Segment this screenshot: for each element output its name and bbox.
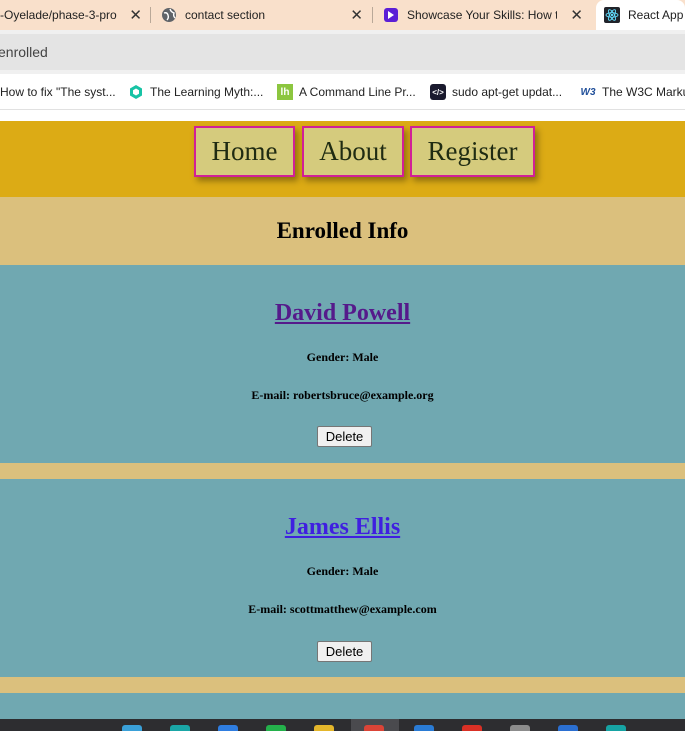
globe-icon xyxy=(161,7,177,23)
tab-title: Showcase Your Skills: How to xyxy=(407,8,557,22)
nav-home-button[interactable]: Home xyxy=(194,126,295,177)
taskbar-app-icon[interactable] xyxy=(462,725,482,731)
taskbar-app-icon[interactable] xyxy=(266,725,286,731)
taskbar-app-icon[interactable] xyxy=(606,725,626,731)
bookmark-app-icon xyxy=(383,7,399,23)
taskbar-app-icon[interactable] xyxy=(558,725,578,731)
tab-title: React App xyxy=(628,8,684,22)
bookmark-label: A Command Line Pr... xyxy=(299,85,416,99)
delete-button[interactable]: Delete xyxy=(317,426,372,447)
browser-tab-strip: -Oyelade/phase-3-pro ✕ contact section ✕… xyxy=(0,0,685,30)
url-text: enrolled xyxy=(0,44,48,60)
nav-about-button[interactable]: About xyxy=(302,126,404,177)
student-name-link[interactable]: James Ellis xyxy=(0,514,685,541)
bookmark-label: The W3C Marku xyxy=(602,85,685,99)
page-viewport: Home About Register Enrolled Info David … xyxy=(0,121,685,719)
url-field[interactable]: enrolled xyxy=(0,34,685,70)
tab-github[interactable]: -Oyelade/phase-3-pro ✕ xyxy=(0,0,150,30)
taskbar-app-icon[interactable] xyxy=(218,725,238,731)
lh-logo-icon: lh xyxy=(277,84,293,100)
os-taskbar xyxy=(0,719,685,731)
enrolled-header: Enrolled Info xyxy=(0,197,685,265)
student-email: E-mail: scottmatthew@example.com xyxy=(248,602,437,616)
student-name-link[interactable]: David Powell xyxy=(0,300,685,327)
navbar: Home About Register xyxy=(0,121,685,197)
student-gender: Gender: Male xyxy=(306,350,379,364)
tab-showcase-skills[interactable]: Showcase Your Skills: How to ✕ xyxy=(373,0,591,30)
react-logo-icon xyxy=(604,7,620,23)
taskbar-app-icon[interactable] xyxy=(414,725,434,731)
nav-register-button[interactable]: Register xyxy=(410,126,535,177)
tab-title: contact section xyxy=(185,8,266,22)
tab-react-app[interactable]: React App xyxy=(596,0,685,30)
bookmark-learning-myth[interactable]: The Learning Myth:... xyxy=(128,83,263,101)
address-bar: enrolled xyxy=(0,30,685,74)
bookmark-label: How to fix "The syst... xyxy=(0,85,116,99)
tab-title: -Oyelade/phase-3-pro xyxy=(0,8,117,22)
student-gender: Gender: Male xyxy=(306,564,379,578)
student-card-partial xyxy=(0,693,685,719)
bookmark-label: sudo apt-get updat... xyxy=(452,85,563,99)
delete-button[interactable]: Delete xyxy=(317,641,372,662)
bookmark-command-line[interactable]: lh A Command Line Pr... xyxy=(277,83,416,101)
student-card: James Ellis Gender: Male E-mail: scottma… xyxy=(0,479,685,677)
w3c-logo-icon: W3 xyxy=(580,86,596,98)
taskbar-app-icon[interactable] xyxy=(122,725,142,731)
bookmark-label: The Learning Myth:... xyxy=(150,85,264,99)
bookmark-how-to-fix[interactable]: How to fix "The syst... xyxy=(0,83,116,101)
bookmarks-bar: How to fix "The syst... The Learning Myt… xyxy=(0,74,685,110)
bookmark-w3c[interactable]: W3 The W3C Marku xyxy=(580,83,685,101)
close-icon[interactable]: ✕ xyxy=(350,6,363,24)
page-title: Enrolled Info xyxy=(276,218,409,243)
hexagon-logo-icon xyxy=(128,84,144,100)
taskbar-app-icon[interactable] xyxy=(314,725,334,731)
code-logo-icon: </> xyxy=(430,84,446,100)
close-icon[interactable]: ✕ xyxy=(129,6,142,24)
tab-contact-section[interactable]: contact section ✕ xyxy=(151,0,371,30)
taskbar-app-icon[interactable] xyxy=(510,725,530,731)
close-icon[interactable]: ✕ xyxy=(570,6,583,24)
taskbar-app-icon[interactable] xyxy=(170,725,190,731)
chrome-icon[interactable] xyxy=(364,725,384,731)
student-email: E-mail: robertsbruce@example.org xyxy=(251,388,434,402)
student-card: David Powell Gender: Male E-mail: robert… xyxy=(0,265,685,463)
bookmark-sudo-apt[interactable]: </> sudo apt-get updat... xyxy=(430,83,562,101)
